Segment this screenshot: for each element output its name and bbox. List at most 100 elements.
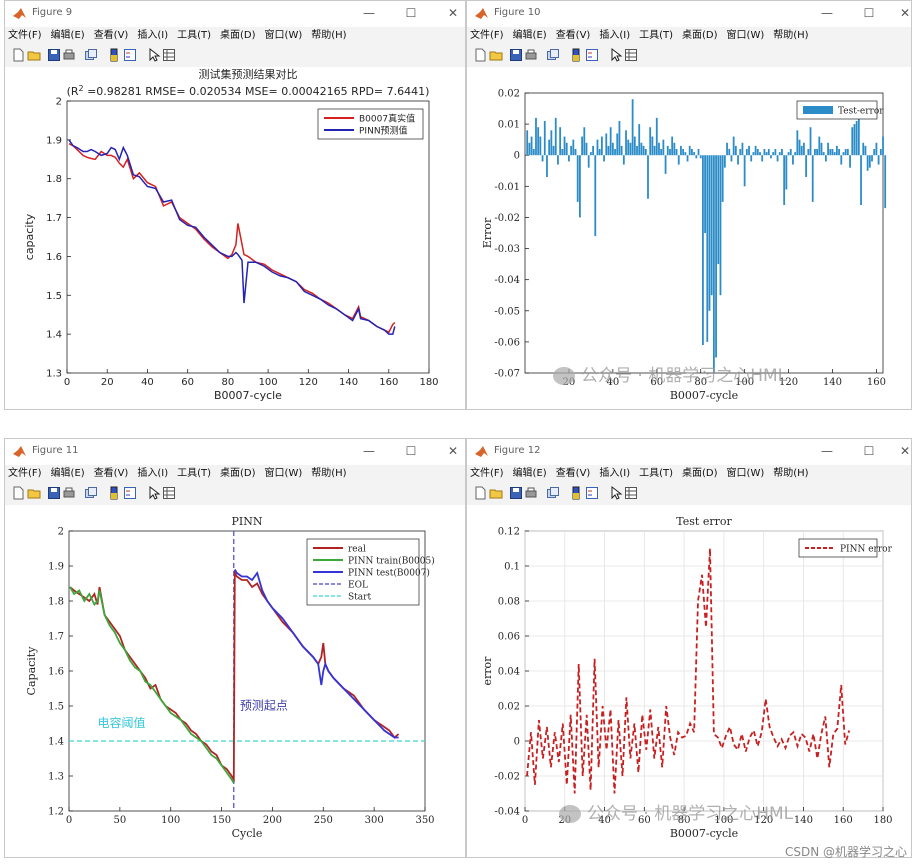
error-bar	[809, 127, 812, 156]
close-button[interactable]: ✕	[891, 441, 911, 461]
menu-insert[interactable]: 插入(I)	[599, 465, 630, 483]
menu-file[interactable]: 文件(F)	[8, 27, 42, 45]
open-folder-icon[interactable]	[27, 486, 41, 500]
menu-desktop[interactable]: 桌面(D)	[682, 27, 718, 45]
menu-desktop[interactable]: 桌面(D)	[220, 27, 256, 45]
menu-edit[interactable]: 编辑(E)	[51, 465, 85, 483]
error-bar	[853, 124, 856, 156]
error-bar	[550, 130, 553, 156]
open-folder-icon[interactable]	[489, 486, 503, 500]
error-bar	[627, 139, 630, 156]
minimize-button[interactable]: —	[355, 3, 383, 23]
menu-desktop[interactable]: 桌面(D)	[682, 465, 718, 483]
y-tick-label: 1.7	[48, 632, 64, 643]
menu-file[interactable]: 文件(F)	[470, 27, 504, 45]
menu-help[interactable]: 帮助(H)	[773, 27, 808, 45]
menu-desktop[interactable]: 桌面(D)	[220, 465, 256, 483]
menu-insert[interactable]: 插入(I)	[599, 27, 630, 45]
close-button[interactable]: ✕	[439, 3, 465, 23]
maximize-button[interactable]: ☐	[397, 441, 425, 461]
menu-file[interactable]: 文件(F)	[470, 465, 504, 483]
error-bar	[741, 142, 744, 156]
title-bar[interactable]: Figure 10 — ☐ ✕	[467, 1, 911, 27]
menu-tools[interactable]: 工具(T)	[177, 27, 211, 45]
menu-window[interactable]: 窗口(W)	[265, 465, 303, 483]
maximize-button[interactable]: ☐	[397, 3, 425, 23]
save-icon[interactable]	[509, 486, 523, 500]
save-icon[interactable]	[47, 48, 61, 62]
figure-toolbar	[5, 483, 465, 505]
menu-view[interactable]: 查看(V)	[94, 465, 129, 483]
copy-figure-icon[interactable]	[546, 48, 560, 62]
legend-icon[interactable]	[123, 486, 137, 500]
menu-window[interactable]: 窗口(W)	[265, 27, 303, 45]
minimize-button[interactable]: —	[813, 3, 841, 23]
minimize-button[interactable]: —	[813, 441, 841, 461]
close-button[interactable]: ✕	[891, 3, 911, 23]
x-tick-label: 200	[263, 815, 282, 826]
legend-icon[interactable]	[123, 48, 137, 62]
menu-insert[interactable]: 插入(I)	[137, 465, 168, 483]
menu-tools[interactable]: 工具(T)	[639, 27, 673, 45]
pointer-icon[interactable]	[147, 48, 161, 62]
save-icon[interactable]	[509, 48, 523, 62]
menu-help[interactable]: 帮助(H)	[311, 465, 346, 483]
colorbar-icon[interactable]	[569, 486, 583, 500]
print-icon[interactable]	[62, 486, 76, 500]
maximize-button[interactable]: ☐	[855, 441, 883, 461]
copy-figure-icon[interactable]	[84, 486, 98, 500]
title-bar[interactable]: Figure 11 — ☐ ✕	[5, 439, 465, 465]
legend-entry-label: real	[348, 545, 366, 555]
print-icon[interactable]	[524, 486, 538, 500]
copy-figure-icon[interactable]	[546, 486, 560, 500]
menu-file[interactable]: 文件(F)	[8, 465, 42, 483]
x-tick-label: 40	[141, 377, 154, 388]
x-axis-label: B0007-cycle	[670, 389, 738, 402]
new-file-icon[interactable]	[11, 486, 25, 500]
y-tick-label: -0.04	[494, 807, 520, 818]
menu-edit[interactable]: 编辑(E)	[51, 27, 85, 45]
maximize-button[interactable]: ☐	[855, 3, 883, 23]
menu-edit[interactable]: 编辑(E)	[513, 27, 547, 45]
menu-help[interactable]: 帮助(H)	[311, 27, 346, 45]
new-file-icon[interactable]	[473, 486, 487, 500]
menu-view[interactable]: 查看(V)	[94, 27, 129, 45]
menu-insert[interactable]: 插入(I)	[137, 27, 168, 45]
menu-help[interactable]: 帮助(H)	[773, 465, 808, 483]
minimize-button[interactable]: —	[355, 441, 383, 461]
new-file-icon[interactable]	[11, 48, 25, 62]
colorbar-icon[interactable]	[107, 48, 121, 62]
pointer-icon[interactable]	[609, 486, 623, 500]
y-tick-label: -0.05	[494, 306, 520, 317]
save-icon[interactable]	[47, 486, 61, 500]
title-bar[interactable]: Figure 9 — ☐ ✕	[5, 1, 465, 27]
title-bar[interactable]: Figure 12 — ☐ ✕	[467, 439, 911, 465]
property-inspector-icon[interactable]	[162, 48, 176, 62]
menu-view[interactable]: 查看(V)	[556, 27, 591, 45]
menu-view[interactable]: 查看(V)	[556, 465, 591, 483]
menu-tools[interactable]: 工具(T)	[177, 465, 211, 483]
colorbar-icon[interactable]	[569, 48, 583, 62]
y-tick-label: 1.5	[48, 702, 64, 713]
pointer-icon[interactable]	[147, 486, 161, 500]
property-inspector-icon[interactable]	[162, 486, 176, 500]
legend-icon[interactable]	[585, 486, 599, 500]
pointer-icon[interactable]	[609, 48, 623, 62]
legend-icon[interactable]	[585, 48, 599, 62]
close-button[interactable]: ✕	[439, 441, 465, 461]
print-icon[interactable]	[524, 48, 538, 62]
error-bar	[651, 136, 654, 156]
print-icon[interactable]	[62, 48, 76, 62]
open-folder-icon[interactable]	[489, 48, 503, 62]
colorbar-icon[interactable]	[107, 486, 121, 500]
property-inspector-icon[interactable]	[624, 48, 638, 62]
copy-figure-icon[interactable]	[84, 48, 98, 62]
menu-edit[interactable]: 编辑(E)	[513, 465, 547, 483]
error-bar	[710, 155, 713, 296]
menu-window[interactable]: 窗口(W)	[727, 27, 765, 45]
open-folder-icon[interactable]	[27, 48, 41, 62]
new-file-icon[interactable]	[473, 48, 487, 62]
menu-window[interactable]: 窗口(W)	[727, 465, 765, 483]
menu-tools[interactable]: 工具(T)	[639, 465, 673, 483]
property-inspector-icon[interactable]	[624, 486, 638, 500]
